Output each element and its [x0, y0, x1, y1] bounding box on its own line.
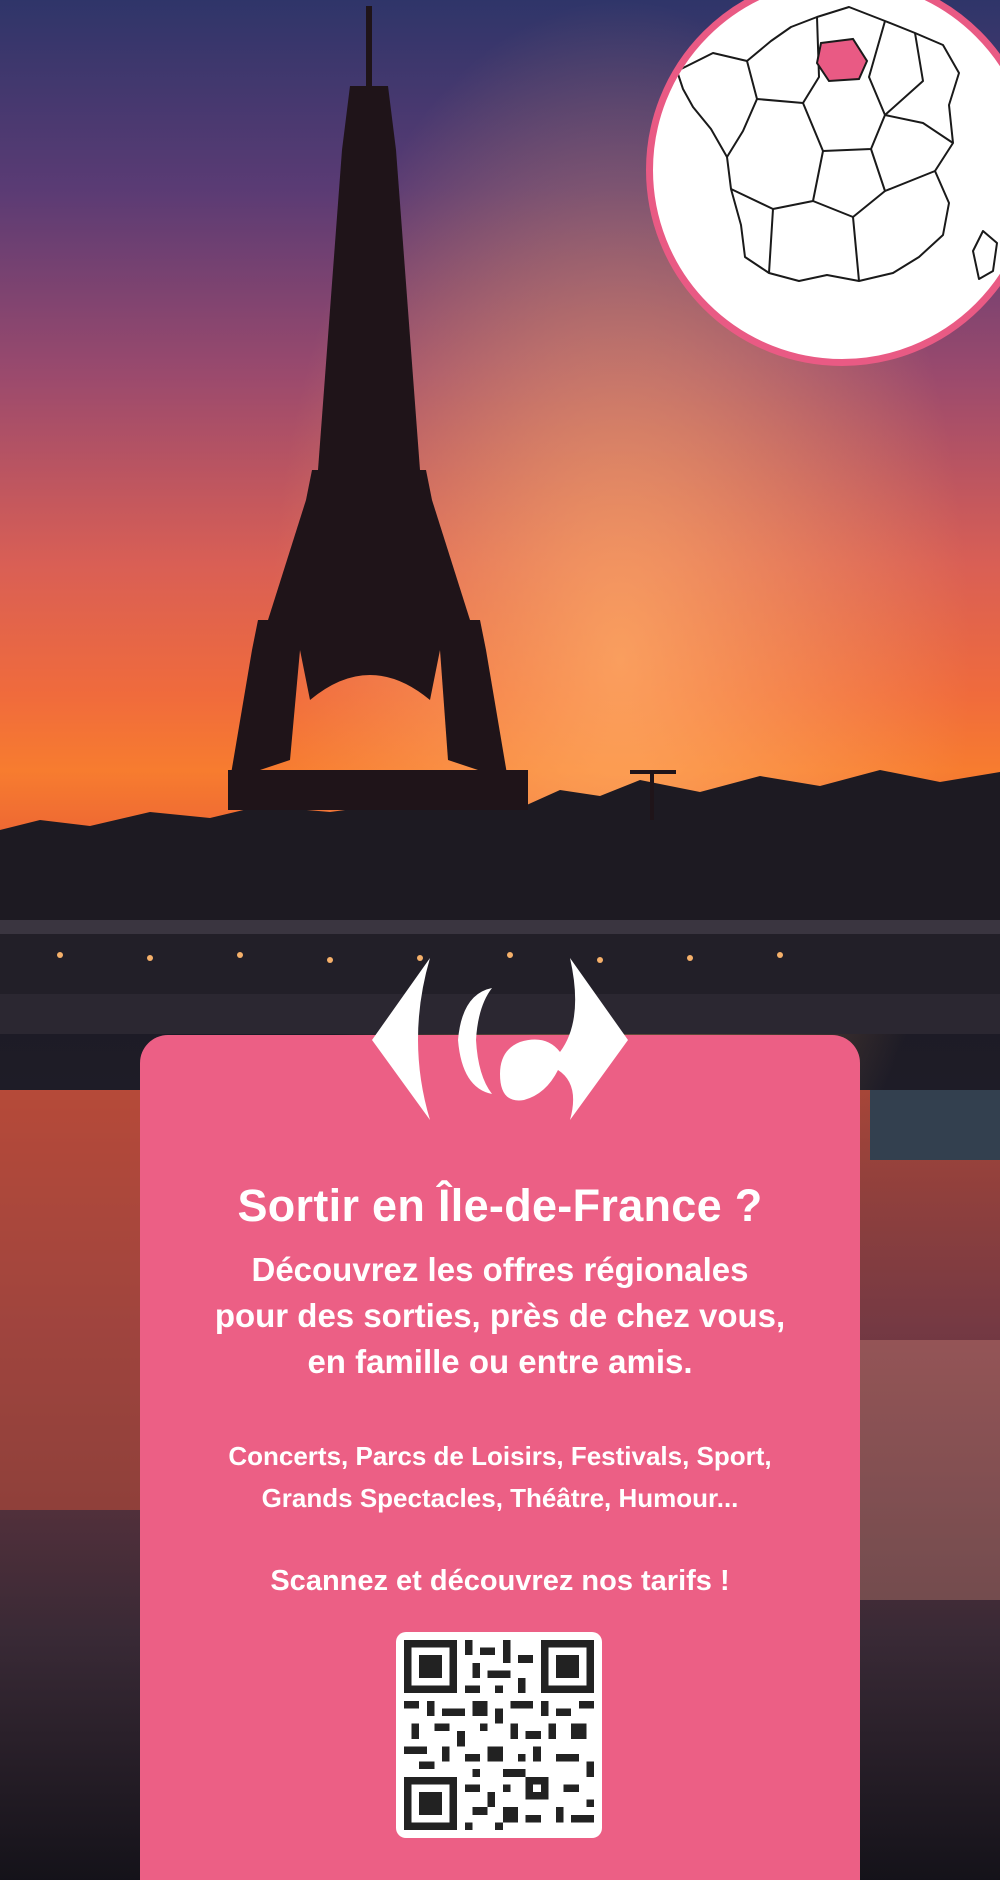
intro-line: pour des sorties, près de chez vous,	[214, 1297, 786, 1334]
carrefour-logo-icon	[372, 958, 628, 1120]
france-map-badge	[646, 0, 1000, 366]
categories-line: Grands Spectacles, Théâtre, Humour...	[261, 1483, 739, 1513]
offer-card: Sortir en Île-de-France ? Découvrez les …	[140, 1035, 860, 1880]
qr-code-icon	[404, 1640, 594, 1830]
promo-flyer: Sortir en Île-de-France ? Découvrez les …	[0, 0, 1000, 1880]
intro-text: Découvrez les offres régionales pour des…	[160, 1247, 840, 1385]
qr-code[interactable]	[396, 1632, 602, 1838]
headline: Sortir en Île-de-France ?	[237, 1180, 763, 1231]
intro-line: Découvrez les offres régionales	[251, 1251, 749, 1288]
categories-text: Concerts, Parcs de Loisirs, Festivals, S…	[160, 1435, 840, 1519]
categories-line: Concerts, Parcs de Loisirs, Festivals, S…	[228, 1441, 772, 1471]
cta-text: Scannez et découvrez nos tarifs !	[270, 1565, 730, 1597]
intro-line: en famille ou entre amis.	[307, 1343, 693, 1380]
france-map-icon	[676, 6, 998, 282]
